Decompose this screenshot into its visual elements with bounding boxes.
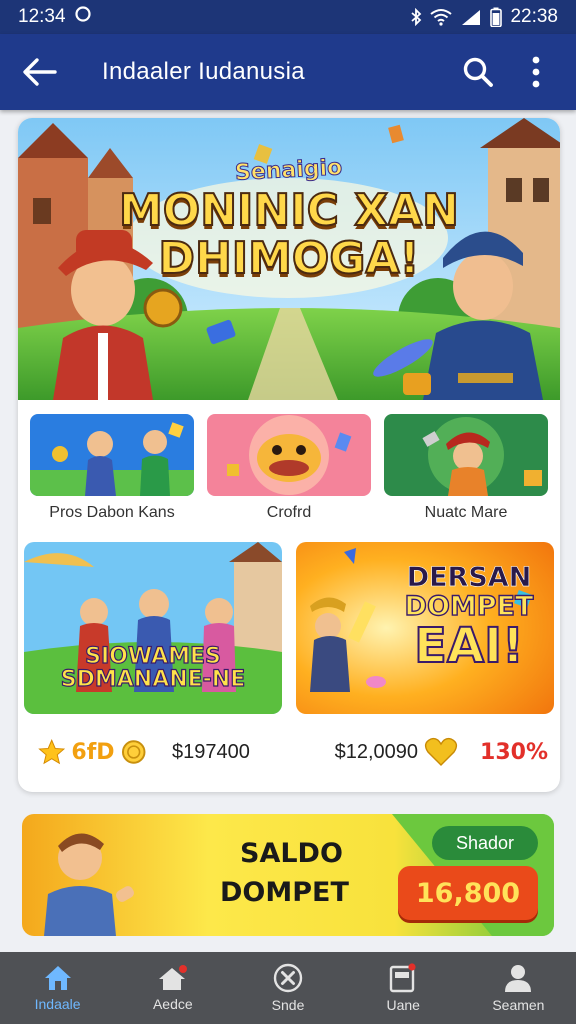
featured-card-title-line1: DERSAN [406,562,532,593]
saldo-title-line1: SALDO [240,838,343,869]
heart-icon [424,737,458,766]
more-vertical-icon [532,56,540,88]
document-icon [390,963,416,993]
nav-item-aedce[interactable]: Aedce [115,952,230,1024]
nav-item-home[interactable]: Indaale [0,952,115,1024]
hero-title-line2: DHIMOGA! [157,233,420,284]
featured-card-title-line2: SDMANANE-NE [60,667,246,692]
bottom-nav: Indaale Aedce Snde Uane Seamen [0,952,576,1024]
arrow-left-icon [23,58,57,86]
tile-item[interactable]: Nuatc Mare [384,414,548,524]
tile-label: Nuatc Mare [424,504,508,521]
status-time-left: 12:34 [18,6,66,27]
tile-thumbnail [384,414,548,496]
stars-value: 6fD [71,739,115,765]
hero-subtitle: Senaigio [234,155,344,187]
coin-icon [121,740,146,764]
stars-stat: 6fD [38,738,146,766]
featured-cards: SIOWAMES SDMANANE-NE DERSAN DOMPET EAI! [24,542,554,714]
nav-label: Aedce [152,996,193,1012]
search-button[interactable] [456,50,500,94]
value-1: $197400 [172,740,250,763]
more-menu-button[interactable] [514,50,558,94]
status-bar: 12:34 22:38 [0,0,576,34]
value-stat-2: $12,0090 [335,737,458,767]
game-tiles: Pros Dabon Kans Crofrd Nuatc Mare [30,414,548,524]
house-notification-icon [158,965,187,990]
page-title: Indaaler Iudanusia [102,58,305,85]
status-time-right: 22:38 [510,6,558,27]
hero-banner[interactable]: Senaigio MONINIC XAN DHIMOGA! [18,118,560,400]
value-stat-1: $197400 [172,741,319,764]
close-circle-icon [273,963,303,993]
wifi-icon [430,8,453,26]
star-icon [38,739,66,765]
status-ring-icon [74,5,92,29]
tile-label: Crofrd [266,504,312,521]
saldo-title: SALDO DOMPET [220,834,349,912]
search-icon [463,57,493,87]
bluetooth-icon [410,8,422,26]
stats-row: 6fD $197400 $12,0090 130% [38,732,548,772]
saldo-title-line2: DOMPET [220,877,349,909]
battery-icon [490,7,503,27]
value-2: $12,0090 [334,740,419,763]
home-icon [44,966,71,990]
percent-stat: 130% [480,740,548,765]
tile-thumbnail [30,414,194,496]
saldo-pill-button[interactable]: Shador [432,826,538,860]
percent-value: 130% [480,739,548,765]
tile-item[interactable]: Crofrd [207,414,371,524]
featured-card-title-line1: SIOWAMES [84,644,221,669]
app-bar: Indaaler Iudanusia [0,34,576,110]
hero-title-line1: MONINIC XAN [118,185,460,236]
nav-label: Uane [386,997,420,1013]
nav-item-uane[interactable]: Uane [346,952,461,1024]
featured-card[interactable]: DERSAN DOMPET EAI! [296,542,554,714]
back-button[interactable] [18,50,62,94]
main-card: Senaigio MONINIC XAN DHIMOGA! Pros Dabon… [18,118,560,792]
tile-item[interactable]: Pros Dabon Kans [30,414,194,524]
nav-label: Indaale [34,996,81,1012]
tile-thumbnail [207,414,371,496]
signal-icon [460,8,482,26]
saldo-banner[interactable]: SALDO DOMPET Shador 16,800 [22,814,554,936]
saldo-amount: 16,800 [398,866,538,920]
nav-label: Seamen [492,997,545,1013]
person-icon [505,965,532,992]
featured-card-title-line3: EAI! [413,618,525,675]
nav-item-seamen[interactable]: Seamen [461,952,576,1024]
tile-label: Pros Dabon Kans [49,504,175,521]
featured-card[interactable]: SIOWAMES SDMANANE-NE [24,542,282,714]
nav-item-snde[interactable]: Snde [230,952,345,1024]
nav-label: Snde [271,997,305,1013]
